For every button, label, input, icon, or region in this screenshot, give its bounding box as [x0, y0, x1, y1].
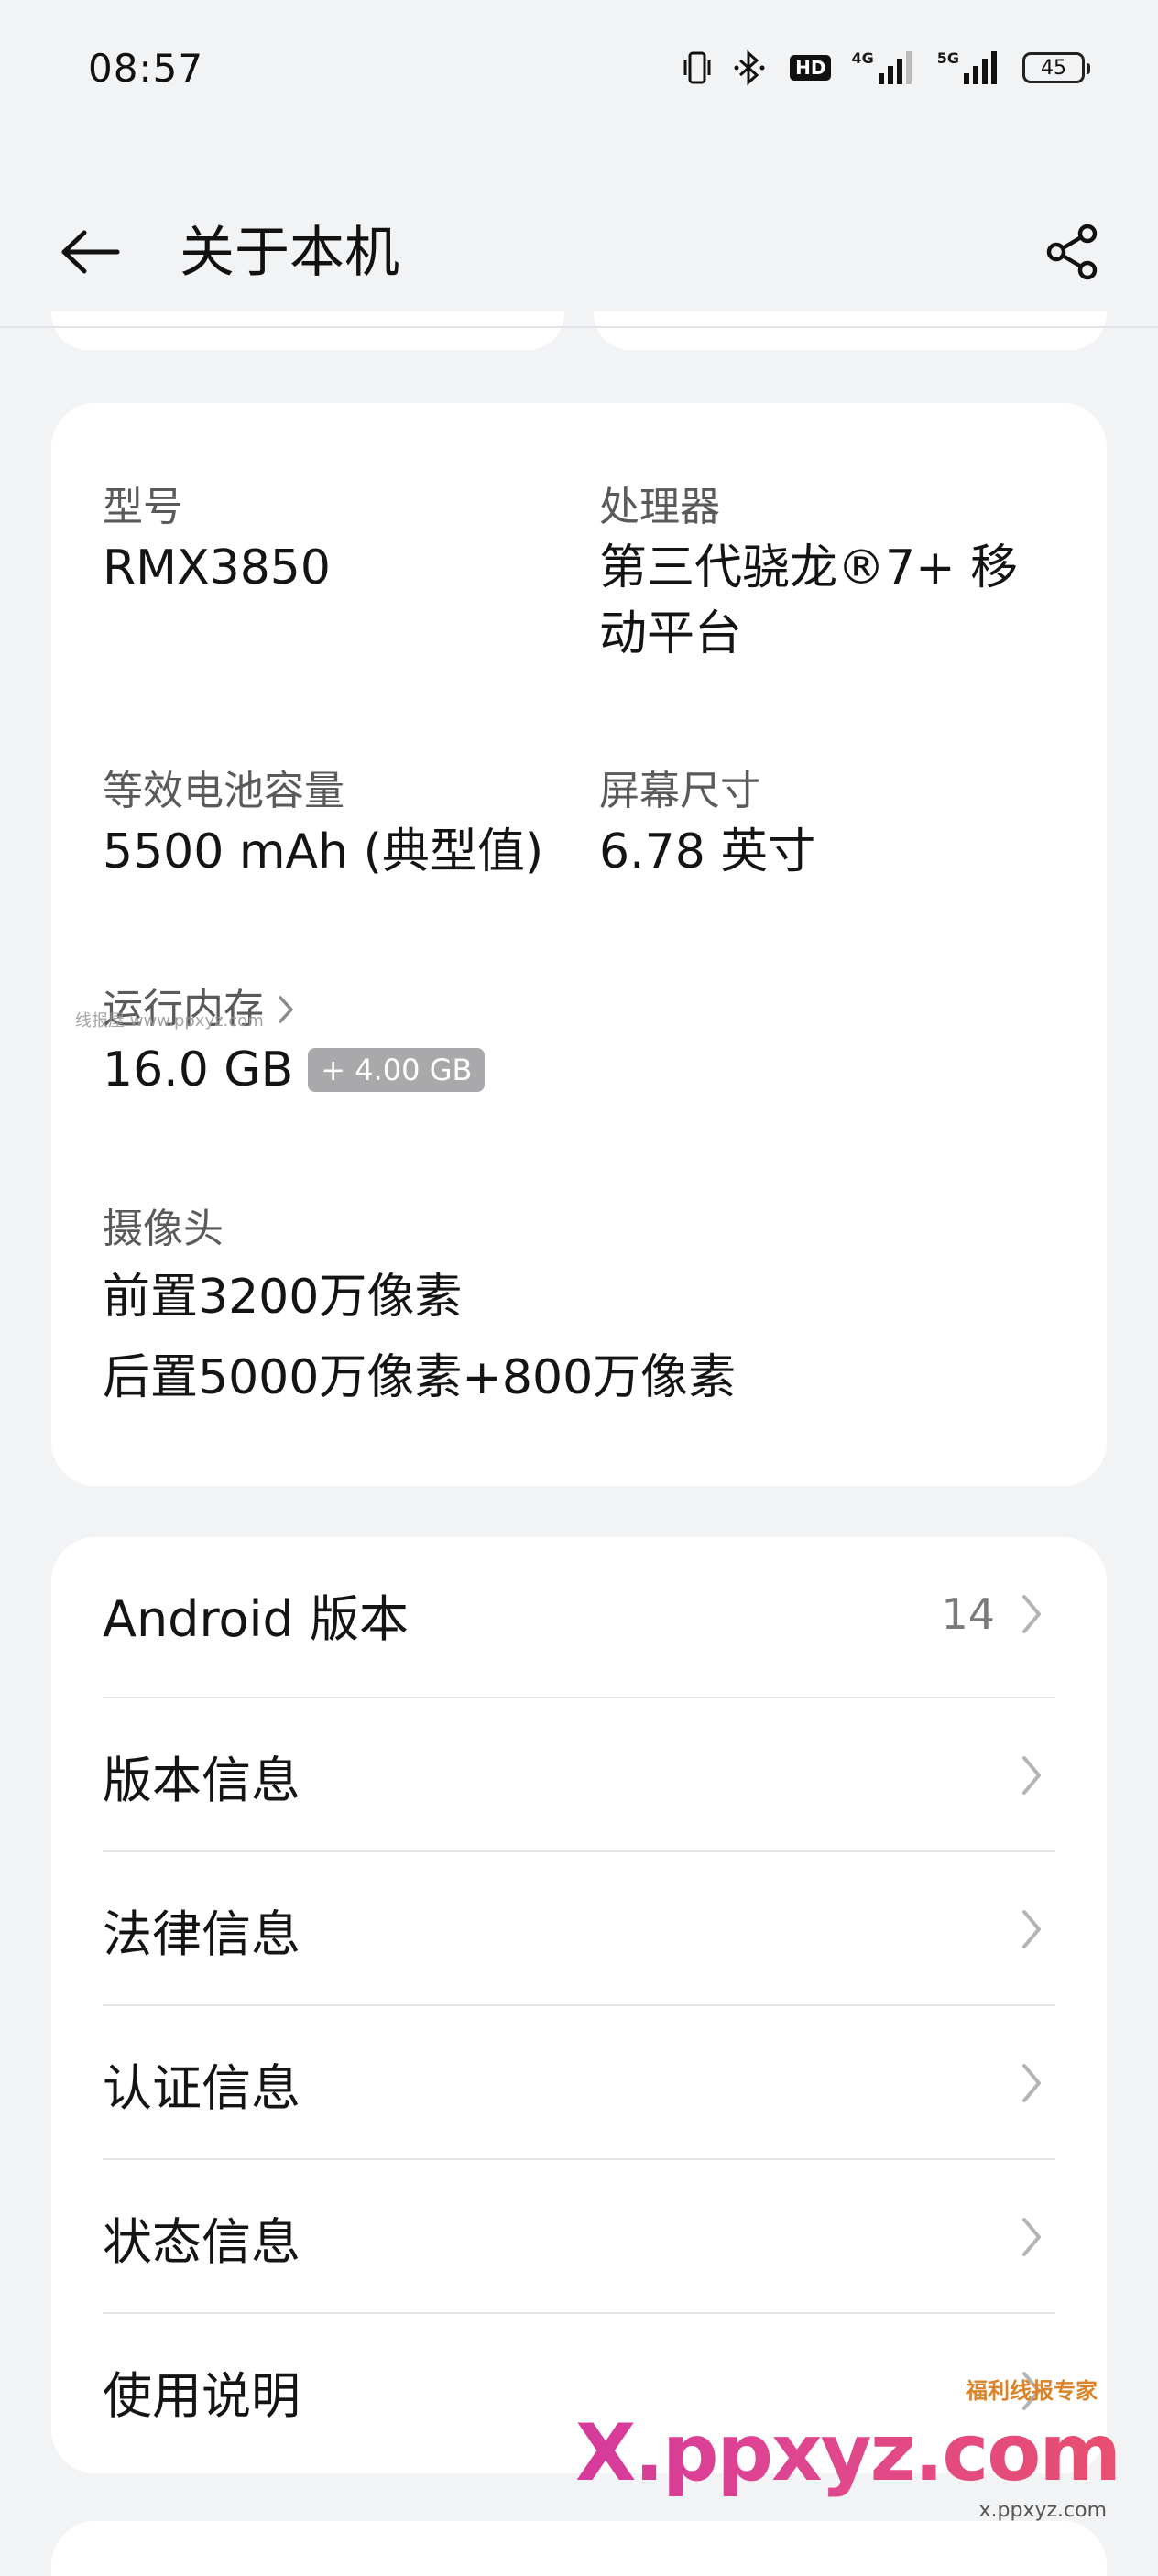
spec-model: 型号 RMX3850 — [103, 480, 331, 601]
chevron-right-icon — [1013, 1904, 1050, 1955]
vibrate-icon — [682, 49, 713, 86]
battery-indicator: 45 — [1022, 52, 1090, 83]
signal-4g: 4G — [851, 49, 916, 86]
chevron-right-icon — [279, 996, 293, 1023]
list-item-certification-info[interactable]: 认证信息 — [103, 2006, 1055, 2160]
bluetooth-icon — [733, 49, 770, 86]
list-item-build-info[interactable]: 版本信息 — [103, 1698, 1055, 1852]
chevron-right-icon — [1013, 2058, 1050, 2109]
spec-screen: 屏幕尺寸 6.78 英寸 — [599, 764, 815, 885]
next-card-peek — [51, 2521, 1107, 2576]
network-label-4g: 4G — [851, 49, 874, 67]
back-button[interactable] — [51, 213, 130, 291]
spec-battery: 等效电池容量 5500 mAh (典型值) — [103, 764, 543, 885]
spec-battery-value: 5500 mAh (典型值) — [103, 824, 544, 879]
page-title: 关于本机 — [180, 221, 399, 285]
spec-screen-value: 6.78 英寸 — [599, 824, 816, 879]
spec-processor-value-line1: 第三代骁龙®7+ 移 — [599, 540, 1019, 595]
status-icons: HD 4G 5G 45 — [682, 48, 1090, 88]
signal-bars-icon — [878, 51, 912, 84]
spec-camera-front: 前置3200万像素 — [103, 1270, 463, 1325]
list-item-label: 状态信息 — [103, 2212, 300, 2271]
spec-processor-label: 处理器 — [599, 484, 720, 530]
list-item-label: 认证信息 — [103, 2058, 300, 2117]
spec-camera-rear: 后置5000万像素+800万像素 — [103, 1350, 737, 1405]
share-button[interactable] — [1032, 211, 1114, 293]
chevron-right-icon — [1013, 1750, 1050, 1801]
watermark-url: x.ppxyz.com — [978, 2499, 1107, 2522]
spec-battery-label: 等效电池容量 — [103, 768, 344, 814]
chevron-right-icon — [1013, 2211, 1050, 2263]
spec-processor: 处理器 第三代骁龙®7+ 移 动平台 — [599, 480, 1018, 667]
status-time: 08:57 — [88, 46, 204, 91]
watermark-logo: 福利线报专家 X.ppxyz.com x.ppxyz.com — [575, 2373, 1131, 2528]
card-peek-right — [594, 311, 1107, 350]
spec-camera-label: 摄像头 — [103, 1206, 224, 1252]
android-version-value: 14 — [941, 1589, 995, 1639]
hd-voice-badge: HD — [790, 55, 832, 81]
signal-5g: 5G — [937, 49, 1002, 86]
watermark-small-text: 线报屋 www.ppxyz.com — [75, 1011, 264, 1031]
spec-screen-label: 屏幕尺寸 — [599, 768, 760, 814]
device-specs-card: 型号 RMX3850 处理器 第三代骁龙®7+ 移 动平台 等效电池容量 550… — [51, 403, 1107, 1486]
list-item-label: Android 版本 — [103, 1589, 409, 1648]
header-divider — [0, 326, 1158, 328]
share-icon — [1046, 224, 1098, 280]
chevron-right-icon — [1013, 1588, 1050, 1640]
list-item-label: 版本信息 — [103, 1751, 300, 1809]
watermark-tag: 福利线报专家 — [966, 2378, 1098, 2404]
spec-model-value: RMX3850 — [103, 540, 331, 595]
spec-model-label: 型号 — [103, 484, 183, 530]
spec-ram-value-row: 16.0 GB + 4.00 GB — [103, 1037, 486, 1103]
spec-processor-value-line2: 动平台 — [599, 606, 743, 661]
status-bar: 08:57 HD 4G 5G 45 — [0, 0, 1158, 137]
spec-ram[interactable]: 运行内存 16.0 GB + 4.00 GB — [103, 982, 486, 1103]
list-item-status-info[interactable]: 状态信息 — [103, 2160, 1055, 2314]
ram-extension-badge: + 4.00 GB — [308, 1048, 486, 1092]
list-item-android-version[interactable]: Android 版本 14 — [103, 1537, 1055, 1691]
spec-ram-value: 16.0 GB — [103, 1042, 294, 1097]
list-item-legal-info[interactable]: 法律信息 — [103, 1852, 1055, 2006]
spec-camera: 摄像头 前置3200万像素 后置5000万像素+800万像素 — [103, 1202, 736, 1411]
app-header: 关于本机 — [0, 183, 1158, 321]
list-item-label: 法律信息 — [103, 1905, 300, 1963]
about-settings-list: Android 版本 14 版本信息 法律信息 认证信息 状态信息 使用说明 — [51, 1537, 1107, 2473]
watermark-brand: X.ppxyz.com — [574, 2407, 1121, 2499]
back-arrow-icon — [61, 230, 120, 274]
network-label-5g: 5G — [936, 49, 959, 67]
signal-bars-icon — [964, 51, 997, 84]
card-peek-left — [51, 311, 564, 350]
